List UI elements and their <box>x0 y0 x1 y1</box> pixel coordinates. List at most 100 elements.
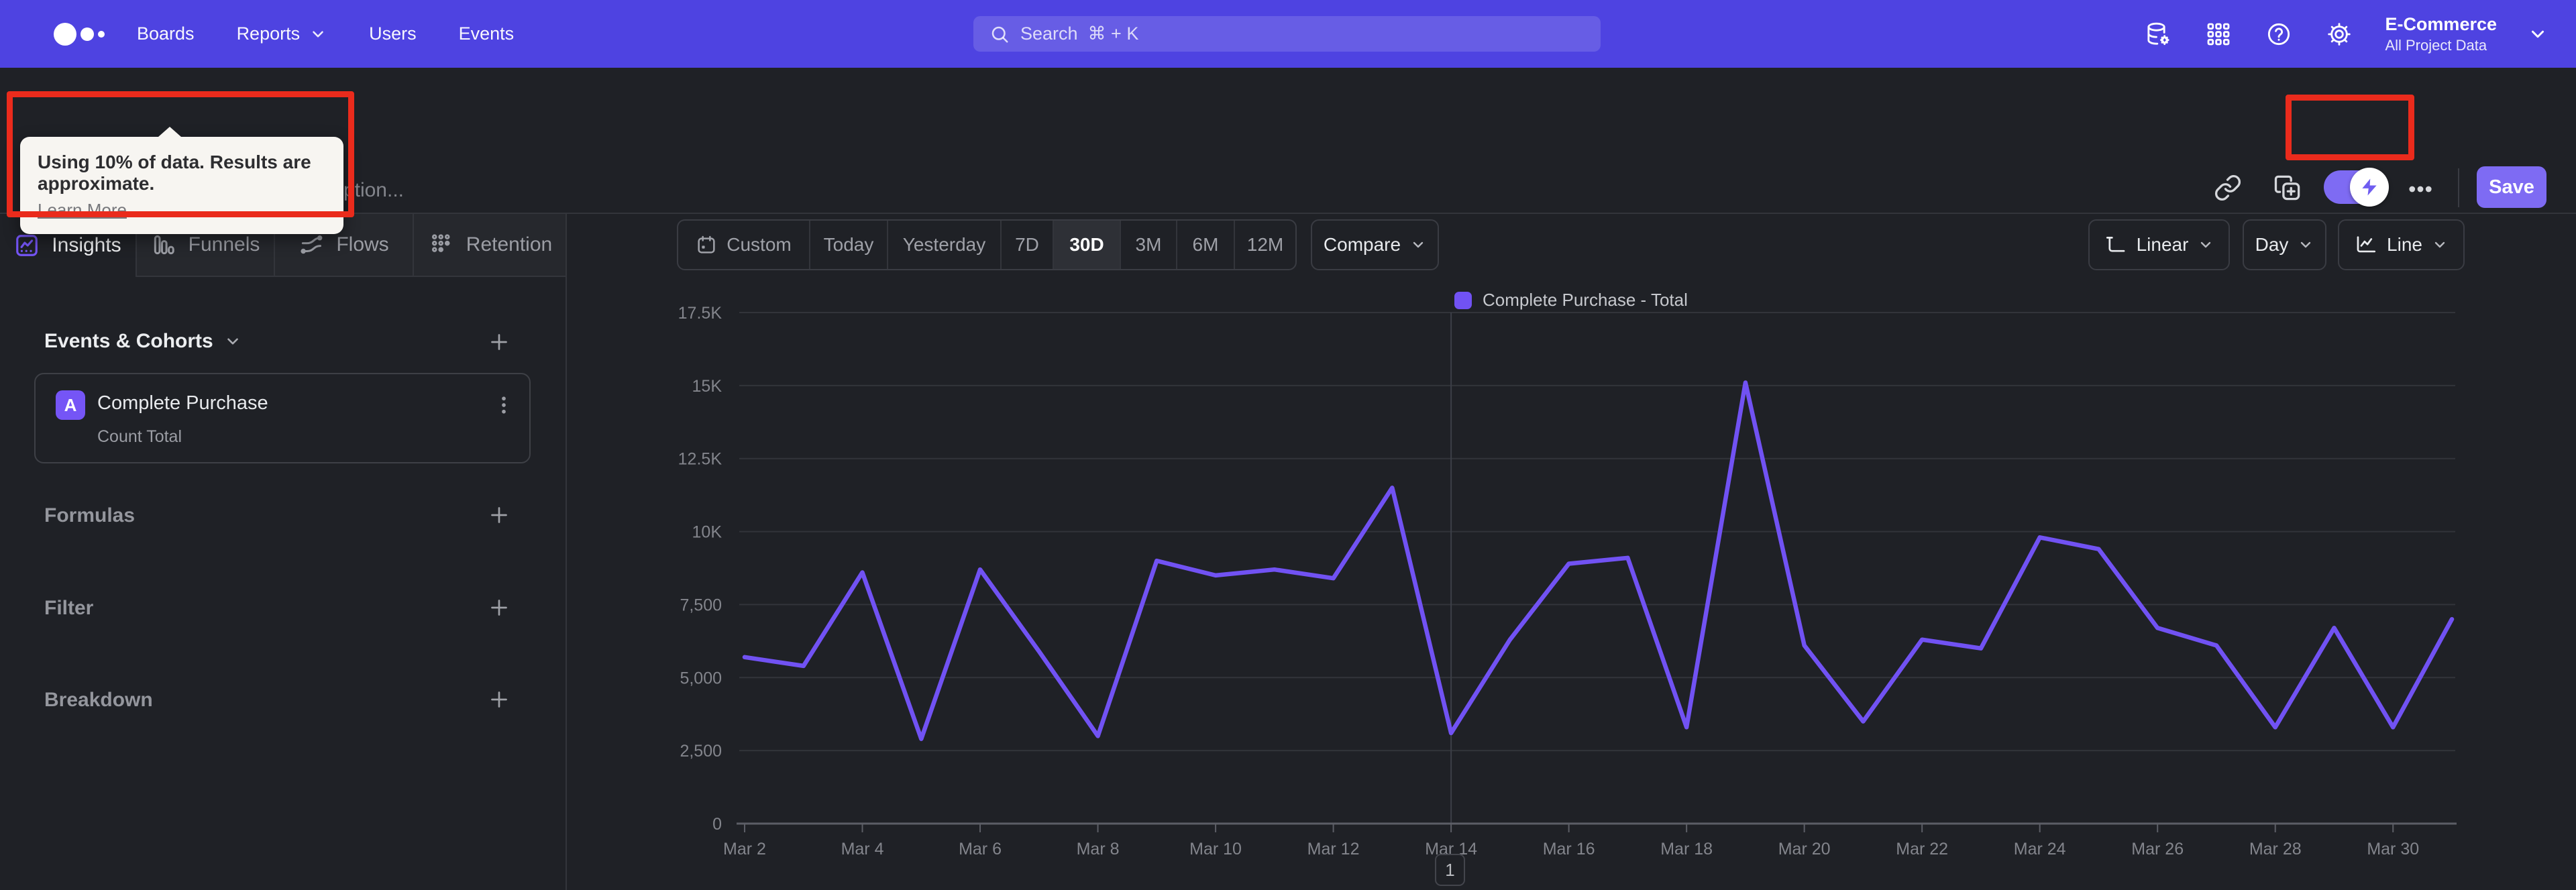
nav-item-label: Users <box>369 23 417 44</box>
project-scope: All Project Data <box>2385 36 2487 54</box>
range-label: Custom <box>727 234 792 255</box>
learn-more-link[interactable]: Learn More <box>38 200 127 221</box>
range-7d[interactable]: 7D <box>1002 221 1054 269</box>
svg-text:Mar 30: Mar 30 <box>2367 840 2419 858</box>
chevron-down-icon <box>313 30 323 38</box>
chevron-down-icon <box>2532 30 2544 38</box>
granularity-dropdown[interactable]: Day <box>2243 219 2326 270</box>
legend-label: Complete Purchase - Total <box>1483 290 1688 310</box>
chevron-down-icon <box>2301 241 2311 248</box>
svg-text:17.5K: 17.5K <box>678 304 722 323</box>
nav-item-users[interactable]: Users <box>369 23 417 44</box>
granularity-label: Day <box>2255 234 2289 255</box>
nav-item-events[interactable]: Events <box>459 23 515 44</box>
svg-text:Mar 18: Mar 18 <box>1660 840 1713 858</box>
range-label: Today <box>823 234 874 255</box>
flows-icon <box>301 235 323 254</box>
svg-text:Mar 28: Mar 28 <box>2249 840 2302 858</box>
chevron-down-icon <box>2434 241 2445 248</box>
range-label: 7D <box>1015 234 1039 255</box>
nav-item-label: Boards <box>137 23 195 44</box>
range-yesterday[interactable]: Yesterday <box>888 221 1002 269</box>
database-gear-icon <box>2147 22 2170 45</box>
insights-line-chart[interactable]: 0 2,500 5,000 7,500 10K 12.5K 15K 17.5K Mar 2 Mar… <box>0 0 2576 890</box>
top-nav: Boards Reports Users Events Search ⌘ + K… <box>0 0 2576 68</box>
range-custom[interactable]: Custom <box>678 221 810 269</box>
range-today[interactable]: Today <box>810 221 888 269</box>
panel-divider <box>566 213 567 890</box>
tooltip-text: Using 10% of data. Results are approxima… <box>38 152 311 194</box>
project-chevron[interactable] <box>2528 24 2548 44</box>
nav-item-label: Events <box>458 23 515 44</box>
pagination-page[interactable]: 1 <box>1435 854 1465 886</box>
grid-apps-icon <box>2208 23 2230 45</box>
chart-type-label: Line <box>2387 234 2422 255</box>
date-range-control: Custom Today Yesterday 7D 30D 3M 6M 12M <box>677 219 1297 270</box>
svg-text:Mar 22: Mar 22 <box>1896 840 1948 858</box>
nav-item-boards[interactable]: Boards <box>137 23 195 44</box>
search-input[interactable] <box>1020 23 1601 44</box>
svg-text:Mar 4: Mar 4 <box>841 840 884 858</box>
svg-text:12.5K: 12.5K <box>678 450 722 469</box>
range-label: 6M <box>1192 234 1219 255</box>
nav-item-reports[interactable]: Reports <box>237 23 327 44</box>
help-button[interactable] <box>2264 19 2294 49</box>
tab-retention[interactable]: Retention <box>413 214 567 277</box>
project-switcher[interactable]: E-Commerce All Project Data <box>2385 13 2497 54</box>
svg-text:Mar 12: Mar 12 <box>1307 840 1360 858</box>
sampling-tooltip: Using 10% of data. Results are approxima… <box>20 127 343 234</box>
range-30d[interactable]: 30D <box>1054 221 1121 269</box>
svg-text:5,000: 5,000 <box>680 669 722 687</box>
range-label: 30D <box>1069 234 1104 255</box>
retention-dots-icon <box>431 234 450 252</box>
search-bar[interactable] <box>973 16 1601 52</box>
calendar-icon <box>698 235 715 254</box>
range-6m[interactable]: 6M <box>1177 221 1235 269</box>
svg-text:7,500: 7,500 <box>680 596 722 614</box>
svg-text:Mar 24: Mar 24 <box>2014 840 2066 858</box>
apps-grid-button[interactable] <box>2204 19 2233 49</box>
tab-label: Funnels <box>188 233 260 256</box>
mixpanel-logo-icon[interactable] <box>30 14 111 54</box>
svg-text:2,500: 2,500 <box>680 742 722 761</box>
svg-text:Mar 20: Mar 20 <box>1778 840 1831 858</box>
svg-text:Mar 2: Mar 2 <box>723 840 766 858</box>
range-label: Yesterday <box>902 234 986 255</box>
gear-icon <box>2328 22 2351 46</box>
help-circle-icon <box>2268 23 2290 45</box>
search-icon <box>991 26 1008 42</box>
linear-axis-icon <box>2106 237 2125 252</box>
range-12m[interactable]: 12M <box>1235 221 1295 269</box>
horizontal-divider <box>0 213 2576 214</box>
chevron-down-icon <box>1413 241 1424 248</box>
compare-dropdown[interactable]: Compare <box>1311 219 1439 270</box>
svg-text:Mar 26: Mar 26 <box>2131 840 2184 858</box>
line-chart-icon <box>2357 236 2376 253</box>
data-management-button[interactable] <box>2143 19 2173 49</box>
nav-item-label: Reports <box>236 23 301 44</box>
settings-button[interactable] <box>2324 19 2354 49</box>
tab-label: Retention <box>466 233 553 256</box>
project-name: E-Commerce <box>2385 13 2497 34</box>
axis-scale-label: Linear <box>2136 234 2189 255</box>
tab-label: Flows <box>336 233 389 256</box>
axis-scale-dropdown[interactable]: Linear <box>2088 219 2230 270</box>
range-label: 12M <box>1246 234 1284 255</box>
insights-chart-icon <box>16 235 38 256</box>
svg-text:Mar 6: Mar 6 <box>959 840 1002 858</box>
range-label: 3M <box>1135 234 1162 255</box>
svg-text:Mar 10: Mar 10 <box>1189 840 1242 858</box>
svg-text:Mar 8: Mar 8 <box>1077 840 1120 858</box>
compare-label: Compare <box>1323 234 1401 255</box>
svg-text:Mar 16: Mar 16 <box>1543 840 1595 858</box>
svg-text:15K: 15K <box>692 377 722 396</box>
tooltip-arrow <box>158 127 181 137</box>
legend-swatch <box>1454 291 1472 309</box>
range-3m[interactable]: 3M <box>1121 221 1177 269</box>
chart-type-dropdown[interactable]: Line <box>2338 219 2465 270</box>
svg-text:10K: 10K <box>692 523 722 542</box>
svg-text:0: 0 <box>712 815 722 834</box>
funnels-bars-icon <box>154 235 174 255</box>
tab-label: Insights <box>52 234 121 256</box>
chevron-down-icon <box>2201 241 2211 248</box>
